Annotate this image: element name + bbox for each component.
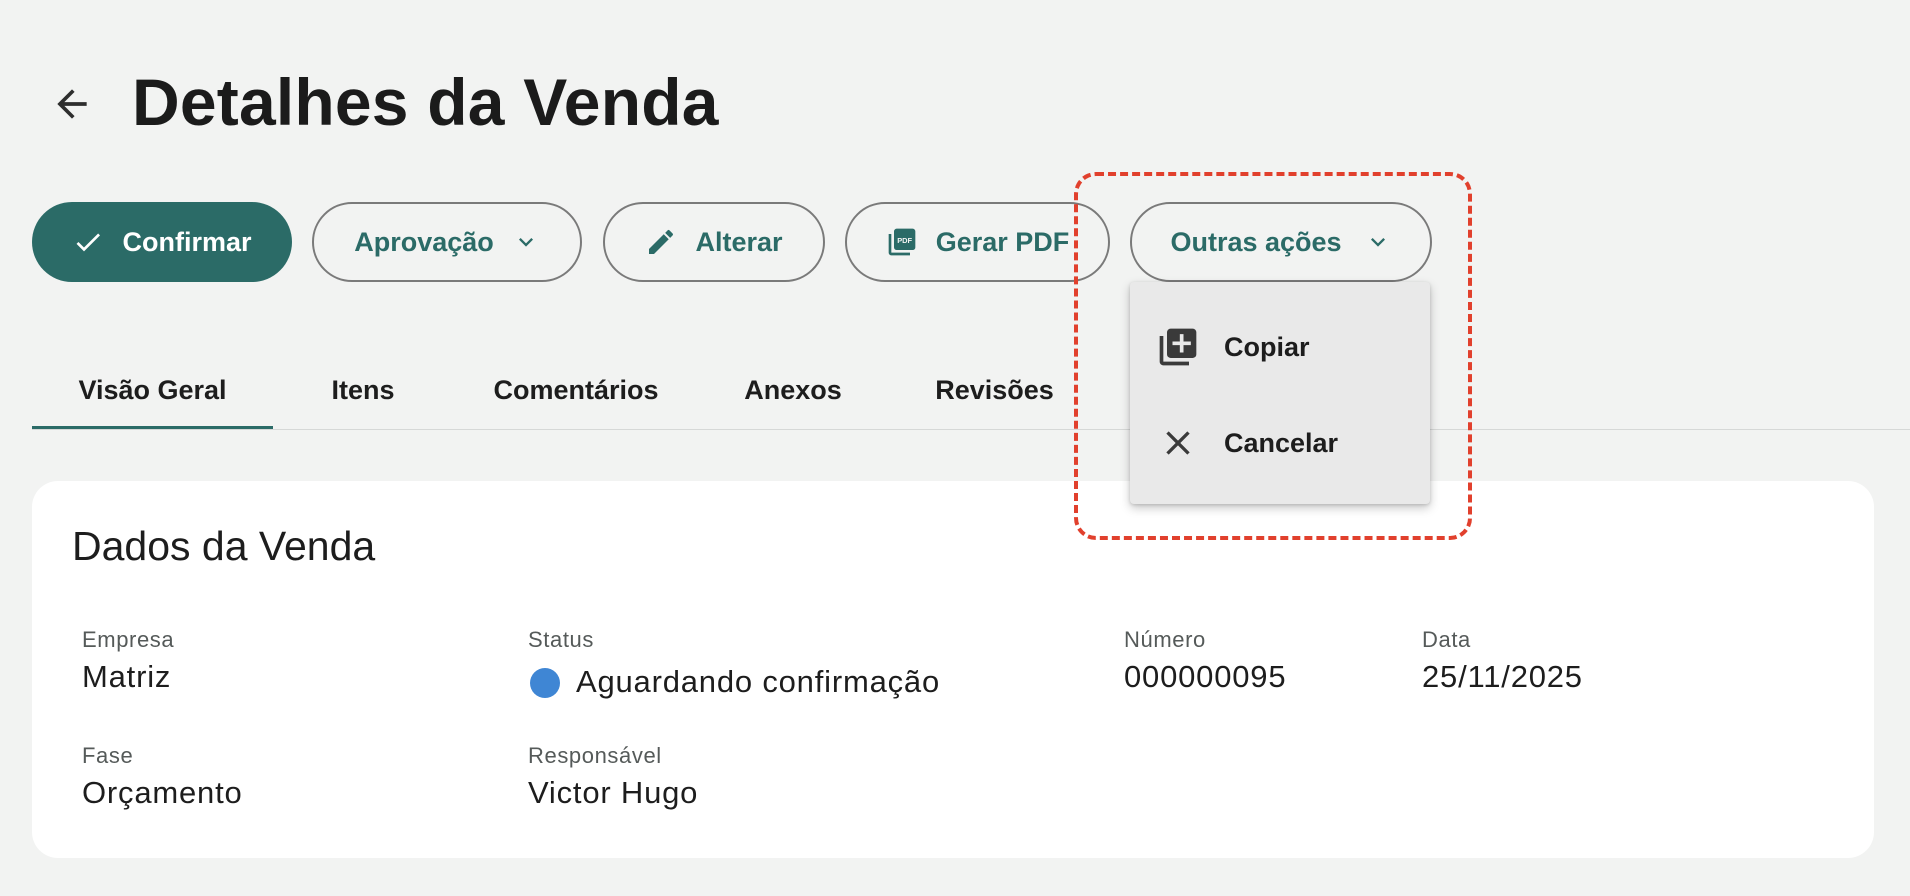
tab-label: Anexos [744, 374, 842, 405]
check-icon [72, 226, 104, 258]
tab-overview[interactable]: Visão Geral [32, 350, 273, 430]
svg-text:PDF: PDF [897, 236, 912, 245]
field-label-responsavel: Responsável [528, 743, 662, 768]
tab-label: Itens [331, 374, 395, 405]
field-value-empresa: Matriz [82, 659, 172, 694]
tab-revisions[interactable]: Revisões [887, 350, 1102, 430]
edit-button[interactable]: Alterar [603, 202, 825, 282]
page-title: Detalhes da Venda [132, 65, 719, 139]
field-label-fase: Fase [82, 743, 134, 768]
tab-comments[interactable]: Comentários [453, 350, 699, 430]
edit-button-label: Alterar [695, 226, 783, 257]
field-value-data: 25/11/2025 [1422, 659, 1583, 694]
tab-items[interactable]: Itens [273, 350, 453, 430]
highlight-outline [1074, 172, 1472, 540]
tabs-divider [32, 429, 1910, 430]
tab-attachments[interactable]: Anexos [699, 350, 887, 430]
confirm-button-label: Confirmar [122, 226, 252, 257]
tab-label: Visão Geral [78, 374, 227, 405]
back-button[interactable] [40, 72, 104, 136]
status-dot [530, 668, 560, 703]
field-value-numero: 000000095 [1124, 659, 1287, 694]
field-label-empresa: Empresa [82, 627, 175, 652]
tab-bar: Visão Geral Itens Comentários Anexos Rev… [32, 350, 1102, 430]
pencil-icon [645, 226, 677, 258]
field-value-status: Aguardando confirmação [576, 664, 940, 699]
tab-label: Revisões [935, 374, 1054, 405]
confirm-button[interactable]: Confirmar [32, 202, 292, 282]
field-label-status: Status [528, 627, 594, 652]
tab-label: Comentários [493, 374, 659, 405]
generate-pdf-button-label: Gerar PDF [935, 226, 1070, 257]
generate-pdf-button[interactable]: PDF Gerar PDF [845, 202, 1110, 282]
pdf-icon: PDF [886, 226, 918, 258]
chevron-down-icon [512, 228, 540, 256]
field-value-responsavel: Victor Hugo [528, 775, 699, 810]
field-value-fase: Orçamento [82, 775, 243, 810]
approval-dropdown-button[interactable]: Aprovação [312, 202, 582, 282]
field-label-data: Data [1422, 627, 1471, 652]
approval-button-label: Aprovação [354, 226, 494, 257]
card-title: Dados da Venda [72, 523, 376, 569]
field-label-numero: Número [1124, 627, 1206, 652]
arrow-back-icon [57, 89, 87, 119]
